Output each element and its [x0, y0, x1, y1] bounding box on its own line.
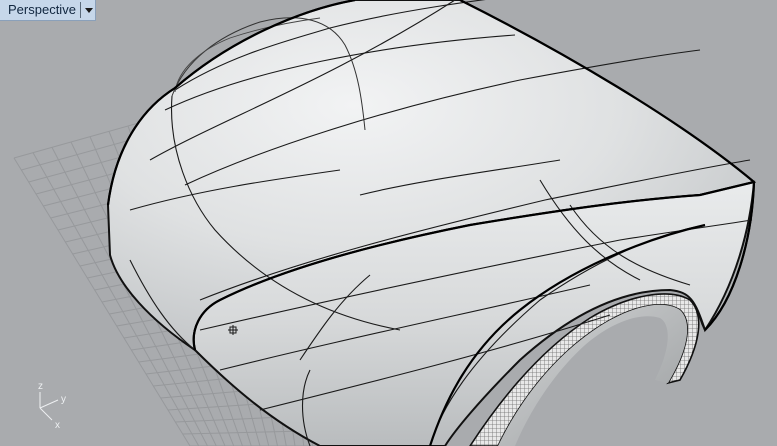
title-separator [79, 2, 81, 18]
viewport-menu-button[interactable] [83, 0, 95, 20]
y-axis-line [39, 399, 59, 409]
axis-triad: z y x [38, 381, 66, 431]
y-axis-label: y [61, 394, 66, 405]
x-axis-label: x [55, 420, 60, 431]
perspective-viewport[interactable]: z y x Perspective [0, 0, 777, 446]
x-axis-line [39, 407, 53, 421]
viewport-scene[interactable]: z y x [0, 0, 777, 446]
cursor-crosshair [228, 325, 238, 335]
z-axis-label: z [38, 381, 43, 392]
surface-model[interactable] [106, 0, 757, 446]
viewport-title-tab[interactable]: Perspective [0, 0, 96, 21]
viewport-title[interactable]: Perspective [0, 0, 80, 20]
chevron-down-icon [84, 7, 93, 13]
